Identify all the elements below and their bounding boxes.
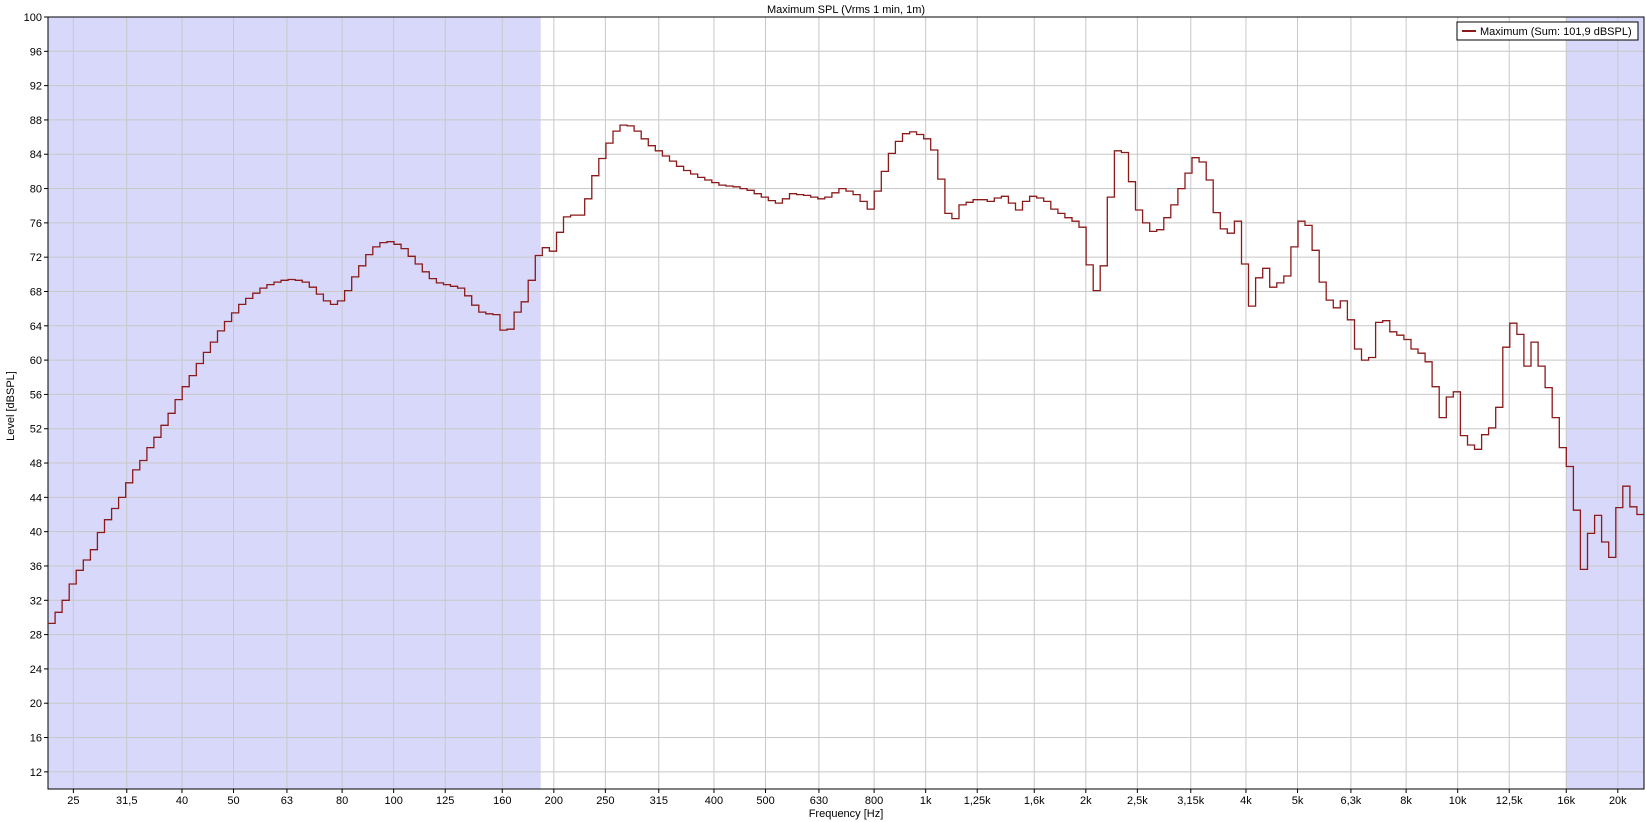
y-tick-label: 76: [30, 218, 42, 230]
y-tick-label: 64: [30, 321, 42, 333]
x-tick-label: 200: [545, 795, 563, 807]
y-tick-label: 24: [30, 664, 42, 676]
x-tick-label: 250: [596, 795, 614, 807]
x-tick-label: 160: [493, 795, 511, 807]
x-tick-label: 2,5k: [1127, 795, 1148, 807]
x-tick-label: 5k: [1292, 795, 1304, 807]
y-tick-label: 16: [30, 733, 42, 745]
y-tick-label: 68: [30, 286, 42, 298]
x-tick-label: 16k: [1557, 795, 1575, 807]
x-tick-label: 100: [384, 795, 402, 807]
x-tick-label: 50: [227, 795, 239, 807]
y-tick-label: 32: [30, 595, 42, 607]
x-tick-label: 40: [176, 795, 188, 807]
legend-label: Maximum (Sum: 101,9 dBSPL): [1480, 26, 1632, 38]
chart-title: Maximum SPL (Vrms 1 min, 1m): [767, 4, 925, 16]
x-tick-label: 31,5: [116, 795, 137, 807]
y-tick-label: 96: [30, 46, 42, 58]
x-tick-label: 1,25k: [964, 795, 991, 807]
x-tick-label: 10k: [1449, 795, 1467, 807]
y-axis-label: Level [dBSPL]: [5, 371, 17, 441]
x-tick-label: 315: [650, 795, 668, 807]
x-tick-label: 500: [756, 795, 774, 807]
x-tick-label: 4k: [1240, 795, 1252, 807]
y-tick-label: 28: [30, 630, 42, 642]
x-tick-label: 12,5k: [1496, 795, 1523, 807]
y-tick-label: 40: [30, 527, 42, 539]
x-tick-label: 2k: [1080, 795, 1092, 807]
y-tick-label: 52: [30, 424, 42, 436]
x-tick-label: 8k: [1400, 795, 1412, 807]
x-tick-label: 125: [436, 795, 454, 807]
y-tick-label: 44: [30, 492, 42, 504]
y-tick-label: 36: [30, 561, 42, 573]
x-tick-label: 6,3k: [1341, 795, 1362, 807]
shaded-band-1: [1566, 17, 1644, 789]
y-tick-label: 60: [30, 355, 42, 367]
shaded-band-0: [48, 17, 541, 789]
x-axis-label: Frequency [Hz]: [809, 808, 884, 820]
y-tick-label: 12: [30, 767, 42, 779]
y-tick-label: 84: [30, 149, 42, 161]
y-tick-label: 80: [30, 184, 42, 196]
legend: Maximum (Sum: 101,9 dBSPL): [1456, 21, 1639, 41]
y-tick-label: 92: [30, 81, 42, 93]
x-tick-label: 63: [281, 795, 293, 807]
x-tick-label: 25: [67, 795, 79, 807]
y-tick-label: 88: [30, 115, 42, 127]
x-tick-label: 630: [810, 795, 828, 807]
y-tick-label: 56: [30, 389, 42, 401]
y-tick-label: 72: [30, 252, 42, 264]
y-tick-label: 100: [24, 12, 42, 24]
x-tick-label: 1,6k: [1024, 795, 1045, 807]
x-tick-label: 80: [336, 795, 348, 807]
x-tick-label: 20k: [1609, 795, 1627, 807]
x-tick-label: 800: [865, 795, 883, 807]
y-tick-label: 20: [30, 698, 42, 710]
x-tick-label: 400: [705, 795, 723, 807]
x-tick-label: 3,15k: [1177, 795, 1204, 807]
y-tick-label: 48: [30, 458, 42, 470]
spl-chart: 12 16 20 24 28 32 36 40 44 48 52 56 60 64 68 72 76 80 84 88…: [0, 0, 1646, 822]
x-tick-label: 1k: [920, 795, 932, 807]
